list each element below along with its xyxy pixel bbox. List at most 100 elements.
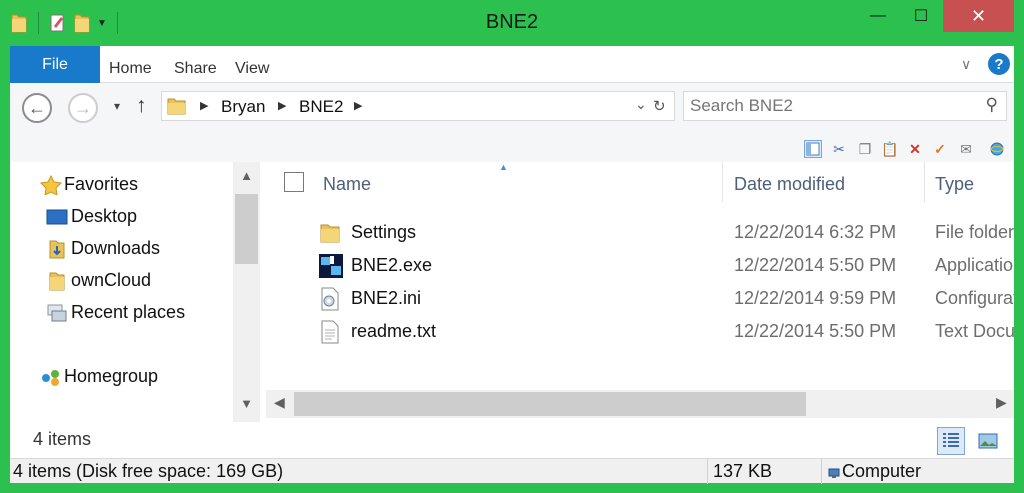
column-divider[interactable] <box>722 162 723 202</box>
scrollbar-thumb[interactable] <box>294 392 806 416</box>
file-date: 12/22/2014 6:32 PM <box>734 222 897 242</box>
file-date: 12/22/2014 9:59 PM <box>734 288 897 308</box>
close-button[interactable]: ✕ <box>943 0 1014 32</box>
breadcrumb-bne2[interactable]: BNE2 <box>299 97 343 117</box>
sidebar-item-label: Downloads <box>71 238 161 258</box>
tab-file[interactable]: File <box>10 46 100 83</box>
file-type: Text Document <box>935 321 1014 341</box>
sidebar-item-label: Recent places <box>71 302 186 322</box>
sidebar-item-label: Homegroup <box>64 366 159 386</box>
large-icons-view-icon[interactable] <box>974 427 1002 455</box>
tab-home[interactable]: Home <box>109 60 152 78</box>
search-input[interactable] <box>690 96 970 116</box>
ini-icon <box>319 287 341 311</box>
sidebar-item-desktop[interactable]: Desktop <box>46 206 137 227</box>
file-name: BNE2.ini <box>351 288 422 308</box>
navigation-scrollbar[interactable]: ▲ ▼ <box>233 162 260 422</box>
star-icon <box>39 174 63 196</box>
scroll-down-icon[interactable]: ▼ <box>233 396 260 411</box>
details-view-icon[interactable] <box>937 427 965 455</box>
scroll-left-icon[interactable]: ◀ <box>274 394 285 411</box>
computer-icon <box>828 466 840 484</box>
window-client: File Home Share View ∨ ? ← → ▾ ↑ ▶ Bryan… <box>10 46 1014 484</box>
address-row: ← → ▾ ↑ ▶ Bryan ▶ BNE2 ▶ ⌄ ↻ ⚲ <box>10 83 1014 135</box>
checkmark-icon[interactable]: ✓ <box>931 140 949 158</box>
scroll-right-icon[interactable]: ▶ <box>996 394 1007 411</box>
address-bar[interactable]: ▶ Bryan ▶ BNE2 ▶ ⌄ ↻ <box>161 91 675 121</box>
column-name[interactable]: Name <box>323 174 371 195</box>
sidebar-item-label: Favorites <box>64 174 139 194</box>
recent-places-icon <box>46 303 68 323</box>
file-type: Application <box>935 255 1014 275</box>
ribbon-tabs: File Home Share View ∨ ? <box>10 46 1014 83</box>
file-list: ▲ Name Date modified Type Settings 12/22… <box>266 162 1014 418</box>
recent-locations-button[interactable]: ▾ <box>114 99 120 113</box>
sidebar-item-favorites[interactable]: Favorites <box>39 174 139 196</box>
column-type[interactable]: Type <box>935 174 974 195</box>
txt-icon <box>319 320 341 344</box>
file-row-bne2-exe[interactable]: BNE2.exe 12/22/2014 5:50 PM Application <box>266 250 1014 283</box>
tab-view[interactable]: View <box>235 60 269 78</box>
status-divider <box>707 459 708 484</box>
sidebar-item-label: Desktop <box>71 206 138 226</box>
location-label: Computer <box>842 461 922 481</box>
expand-ribbon-icon[interactable]: ∨ <box>961 56 971 73</box>
file-date: 12/22/2014 5:50 PM <box>734 321 897 341</box>
paste-icon[interactable]: 📋 <box>881 140 899 158</box>
column-header-row: ▲ Name Date modified Type <box>266 162 1014 202</box>
back-button[interactable]: ← <box>22 93 52 123</box>
folder-icon <box>166 95 188 122</box>
email-icon[interactable]: ✉ <box>957 140 975 158</box>
file-type: File folder <box>935 222 1014 242</box>
sidebar-item-homegroup[interactable]: Homegroup <box>40 366 158 387</box>
maximize-button[interactable]: ☐ <box>898 0 944 32</box>
tab-share[interactable]: Share <box>174 60 217 78</box>
file-name: Settings <box>351 222 417 242</box>
file-row-settings[interactable]: Settings 12/22/2014 6:32 PM File folder <box>266 217 1014 250</box>
breadcrumb-chevron-icon[interactable]: ▶ <box>278 99 286 112</box>
cut-icon[interactable]: ✂ <box>830 140 848 158</box>
address-dropdown-icon[interactable]: ⌄ <box>635 96 647 113</box>
up-button[interactable]: ↑ <box>136 94 147 118</box>
desktop-icon <box>46 207 68 227</box>
copy-icon[interactable]: ❐ <box>856 140 874 158</box>
sidebar-item-owncloud[interactable]: ownCloud <box>46 270 151 291</box>
sidebar-item-downloads[interactable]: Downloads <box>46 238 160 259</box>
horizontal-scrollbar[interactable]: ◀ ▶ <box>266 390 1014 418</box>
breadcrumb-chevron-icon[interactable]: ▶ <box>354 99 362 112</box>
help-icon[interactable]: ? <box>988 53 1010 75</box>
title-bar: ▼ BNE2 — ☐ ✕ <box>0 0 1024 46</box>
column-divider[interactable] <box>924 162 925 202</box>
delete-icon[interactable]: ✕ <box>906 140 924 158</box>
preview-pane-icon[interactable] <box>804 140 822 158</box>
command-toolbar: ✂ ❐ 📋 ✕ ✓ ✉ <box>10 135 1014 162</box>
exe-icon <box>319 254 343 278</box>
breadcrumb-bryan[interactable]: Bryan <box>221 97 265 117</box>
sort-ascending-icon: ▲ <box>499 162 508 172</box>
sidebar-item-label: ownCloud <box>71 270 152 290</box>
network-icon[interactable] <box>988 140 1006 158</box>
status-bar: 4 items <box>10 422 1014 458</box>
scrollbar-thumb[interactable] <box>235 194 258 264</box>
file-row-readme-txt[interactable]: readme.txt 12/22/2014 5:50 PM Text Docum… <box>266 316 1014 349</box>
search-box[interactable]: ⚲ <box>683 91 1007 121</box>
search-icon[interactable]: ⚲ <box>986 95 998 115</box>
folder-icon <box>46 271 68 291</box>
refresh-icon[interactable]: ↻ <box>653 97 666 115</box>
explorer-window: ▼ BNE2 — ☐ ✕ File Home Share View ∨ ? ← … <box>0 0 1024 493</box>
forward-button[interactable]: → <box>68 93 98 123</box>
breadcrumb-chevron-icon[interactable]: ▶ <box>200 99 208 112</box>
minimize-button[interactable]: — <box>855 0 901 32</box>
navigation-pane: Favorites Desktop Downloads ownCloud Rec… <box>10 162 260 422</box>
item-count: 4 items <box>33 429 92 449</box>
select-all-checkbox[interactable] <box>284 172 304 192</box>
file-row-bne2-ini[interactable]: BNE2.ini 12/22/2014 9:59 PM Configuratio… <box>266 283 1014 316</box>
details-bar: 4 items (Disk free space: 169 GB) 137 KB… <box>10 458 1014 484</box>
selection-size: 137 KB <box>713 461 773 481</box>
scroll-up-icon[interactable]: ▲ <box>233 168 260 183</box>
file-date: 12/22/2014 5:50 PM <box>734 255 897 275</box>
sidebar-item-recent-places[interactable]: Recent places <box>46 302 185 323</box>
homegroup-icon <box>40 367 62 387</box>
status-divider <box>821 459 822 484</box>
column-date-modified[interactable]: Date modified <box>734 174 845 195</box>
